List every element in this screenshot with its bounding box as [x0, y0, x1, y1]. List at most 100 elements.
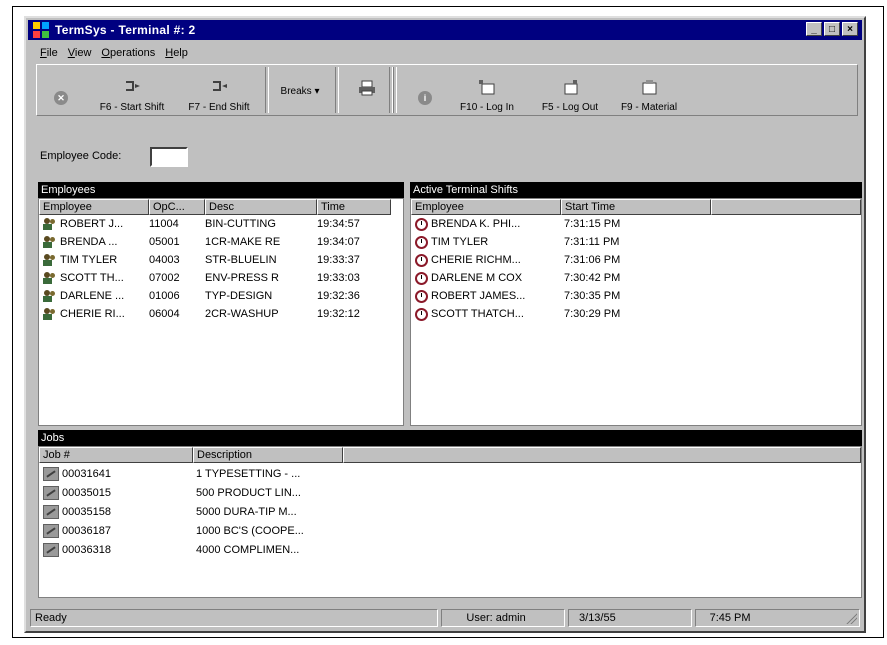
col-job-description[interactable]: Description	[193, 447, 343, 463]
stop-button[interactable]: ✕	[51, 69, 71, 113]
window-title: TermSys - Terminal #: 2	[55, 23, 196, 37]
employee-time: 19:34:07	[317, 236, 360, 248]
col-employee[interactable]: Employee	[39, 199, 149, 215]
print-button[interactable]	[355, 69, 379, 113]
employee-opcode: 04003	[149, 254, 180, 266]
shift-row[interactable]: DARLENE M COX 7:30:42 PM	[411, 269, 711, 287]
employee-icon	[43, 290, 57, 302]
menu-view[interactable]: View	[68, 47, 92, 59]
jobs-list[interactable]: Job # Description 00031641 1 TYPESETTING…	[38, 446, 862, 598]
col-blank	[711, 199, 861, 215]
job-number: 00036187	[62, 525, 111, 537]
shift-employee: BRENDA K. PHI...	[431, 218, 521, 230]
job-icon	[43, 524, 59, 538]
close-icon: ×	[847, 23, 853, 35]
job-number: 00035158	[62, 506, 111, 518]
col-start-time[interactable]: Start Time	[561, 199, 711, 215]
log-out-icon	[560, 78, 580, 96]
close-button[interactable]: ×	[842, 22, 858, 36]
shift-start-time: 7:31:15 PM	[564, 218, 621, 230]
start-shift-button[interactable]: F6 - Start Shift	[95, 69, 169, 113]
col-desc[interactable]: Desc	[205, 199, 317, 215]
employee-row[interactable]: TIM TYLER 04003 STR-BLUELIN 19:33:37	[39, 251, 388, 269]
shift-start-time: 7:30:42 PM	[564, 272, 621, 284]
job-row[interactable]: 00036187 1000 BC'S (COOPE...	[39, 522, 343, 540]
resize-grip-icon[interactable]	[844, 612, 857, 624]
employee-name: ROBERT J...	[60, 218, 124, 230]
employee-time: 19:32:12	[317, 308, 360, 320]
shift-employee: CHERIE RICHM...	[431, 254, 521, 266]
col-job-number[interactable]: Job #	[39, 447, 193, 463]
material-icon	[639, 78, 659, 96]
minimize-icon: _	[811, 23, 817, 35]
col-opcode[interactable]: OpC...	[149, 199, 205, 215]
shift-employee: SCOTT THATCH...	[431, 308, 524, 320]
employee-time: 19:33:37	[317, 254, 360, 266]
clock-icon	[415, 289, 428, 303]
clock-icon	[415, 307, 428, 321]
employee-icon	[43, 218, 57, 230]
jobs-panel-header: Jobs	[38, 430, 862, 446]
app-icon	[33, 22, 49, 38]
material-label: F9 - Material	[620, 102, 678, 113]
end-shift-button[interactable]: F7 - End Shift	[183, 69, 255, 113]
job-number: 00035015	[62, 487, 111, 499]
job-description: 1 TYPESETTING - ...	[196, 468, 301, 480]
log-out-button[interactable]: F5 - Log Out	[533, 69, 607, 113]
menu-operations[interactable]: Operations	[101, 47, 155, 59]
employee-time: 19:33:03	[317, 272, 360, 284]
menu-file[interactable]: File	[40, 47, 58, 59]
job-row[interactable]: 00031641 1 TYPESETTING - ...	[39, 465, 343, 483]
job-row[interactable]: 00036318 4000 COMPLIMEN...	[39, 541, 343, 559]
employee-row[interactable]: SCOTT TH... 07002 ENV-PRESS R 19:33:03	[39, 269, 388, 287]
start-shift-icon	[122, 78, 142, 96]
shift-row[interactable]: CHERIE RICHM... 7:31:06 PM	[411, 251, 711, 269]
job-description: 500 PRODUCT LIN...	[196, 487, 301, 499]
employee-time: 19:34:57	[317, 218, 360, 230]
clock-icon	[415, 217, 428, 231]
shift-start-time: 7:30:29 PM	[564, 308, 621, 320]
shift-row[interactable]: ROBERT JAMES... 7:30:35 PM	[411, 287, 711, 305]
job-description: 4000 COMPLIMEN...	[196, 544, 300, 556]
log-in-icon	[477, 78, 497, 96]
active-shifts-list[interactable]: Employee Start Time BRENDA K. PHI... 7:3…	[410, 198, 862, 426]
job-row[interactable]: 00035158 5000 DURA-TIP M...	[39, 503, 343, 521]
col-shift-employee[interactable]: Employee	[411, 199, 561, 215]
status-time-value: 7:45 PM	[709, 612, 751, 624]
job-row[interactable]: 00035015 500 PRODUCT LIN...	[39, 484, 343, 502]
employee-desc: STR-BLUELIN	[205, 254, 277, 266]
clock-icon	[415, 253, 428, 267]
menu-bar: File View Operations Help	[32, 44, 188, 62]
employees-list[interactable]: Employee OpC... Desc Time ROBERT J... 11…	[38, 198, 404, 426]
employee-opcode: 05001	[149, 236, 180, 248]
job-icon	[43, 467, 59, 481]
shift-row[interactable]: TIM TYLER 7:31:11 PM	[411, 233, 711, 251]
start-shift-label: F6 - Start Shift	[99, 102, 165, 113]
employee-time: 19:32:36	[317, 290, 360, 302]
breaks-dropdown[interactable]: Breaks ▾	[273, 69, 327, 113]
material-button[interactable]: F9 - Material	[611, 69, 687, 113]
employee-row[interactable]: BRENDA ... 05001 1CR-MAKE RE 19:34:07	[39, 233, 388, 251]
title-bar[interactable]: TermSys - Terminal #: 2 _ □ ×	[28, 20, 862, 40]
end-shift-label: F7 - End Shift	[188, 102, 250, 113]
employee-icon	[43, 254, 57, 266]
log-in-button[interactable]: F10 - Log In	[449, 69, 525, 113]
shift-row[interactable]: SCOTT THATCH... 7:30:29 PM	[411, 305, 711, 323]
breaks-label: Breaks	[280, 85, 312, 97]
employee-name: CHERIE RI...	[60, 308, 125, 320]
employee-row[interactable]: DARLENE ... 01006 TYP-DESIGN 19:32:36	[39, 287, 388, 305]
info-button[interactable]: i	[415, 69, 435, 113]
menu-help[interactable]: Help	[165, 47, 188, 59]
maximize-button[interactable]: □	[824, 22, 840, 36]
shift-row[interactable]: BRENDA K. PHI... 7:31:15 PM	[411, 215, 711, 233]
employee-name: TIM TYLER	[60, 254, 118, 266]
toolbar-separator	[265, 67, 269, 113]
col-time[interactable]: Time	[317, 199, 391, 215]
employee-row[interactable]: ROBERT J... 11004 BIN-CUTTING 19:34:57	[39, 215, 388, 233]
employee-row[interactable]: CHERIE RI... 06004 2CR-WASHUP 19:32:12	[39, 305, 388, 323]
minimize-button[interactable]: _	[806, 22, 822, 36]
printer-icon	[357, 79, 377, 97]
employee-code-input[interactable]	[150, 147, 188, 167]
termsys-window: TermSys - Terminal #: 2 _ □ × File View …	[24, 16, 866, 633]
employee-desc: 2CR-WASHUP	[205, 308, 279, 320]
